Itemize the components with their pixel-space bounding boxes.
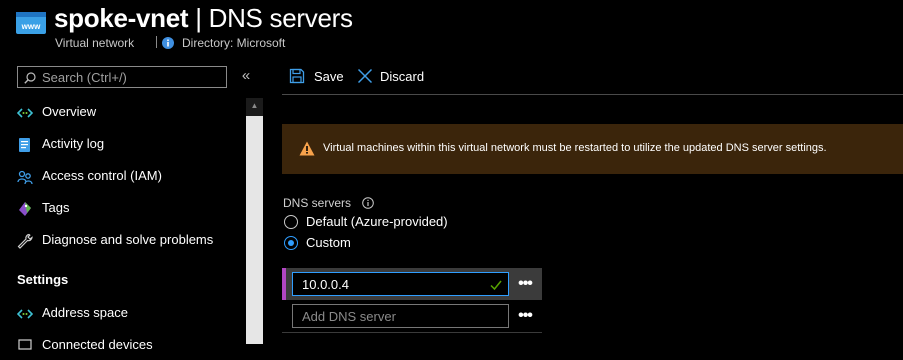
sidebar-item-activity-log[interactable]: Activity log [17, 131, 242, 159]
radio-button[interactable] [284, 215, 298, 229]
sidebar-item-overview[interactable]: Overview [16, 99, 242, 127]
blade-title: DNS servers [208, 3, 353, 33]
sidebar-item-label: Overview [42, 104, 97, 119]
address-space-icon [16, 306, 34, 322]
sidebar-item-connected-devices[interactable]: Connected devices [17, 332, 242, 360]
sidebar-item-address-space[interactable]: Address space [16, 300, 242, 328]
sidebar-item-tags[interactable]: Tags [17, 195, 242, 223]
warning-text: Virtual machines within this virtual net… [323, 142, 827, 154]
sidebar-item-label: Address space [42, 305, 128, 320]
info-icon [162, 36, 174, 49]
resource-type: Virtual network [55, 36, 135, 50]
activity-log-icon [17, 137, 33, 153]
connected-devices-icon [17, 338, 33, 354]
wrench-icon [17, 233, 33, 249]
warning-banner: Virtual machines within this virtual net… [282, 124, 903, 174]
sidebar-scrollbar-thumb[interactable] [246, 116, 263, 344]
close-icon [357, 68, 373, 84]
virtual-network-icon: www [16, 12, 46, 34]
save-button[interactable]: Save [286, 66, 348, 88]
search-icon [24, 71, 36, 84]
overview-icon [16, 105, 34, 121]
radio-button-selected[interactable] [284, 236, 298, 250]
discard-label: Discard [380, 69, 425, 84]
sidebar-item-label: Activity log [42, 136, 105, 151]
save-icon [289, 68, 305, 84]
sidebar-item-label: Diagnose and solve problems [42, 232, 214, 247]
svg-text:www: www [21, 22, 41, 31]
save-label: Save [314, 69, 344, 84]
checkmark-icon [490, 278, 502, 291]
add-dns-server-input[interactable]: Add DNS server [292, 304, 509, 328]
sidebar-item-diagnose[interactable]: Diagnose and solve problems [17, 227, 242, 255]
sidebar-item-access-control[interactable]: Access control (IAM) [17, 163, 242, 191]
row-divider [282, 332, 542, 333]
toolbar-divider [282, 94, 903, 95]
radio-label: Default (Azure-provided) [306, 214, 448, 229]
warning-icon [299, 141, 315, 156]
resource-name: spoke-vnet [54, 3, 189, 33]
add-dns-server-placeholder: Add DNS server [302, 309, 396, 324]
discard-button[interactable]: Discard [355, 66, 427, 88]
people-icon [17, 169, 33, 185]
header-divider [156, 36, 157, 48]
dns-server-value: 10.0.0.4 [302, 277, 349, 292]
dns-server-input[interactable]: 10.0.0.4 [292, 272, 509, 296]
search-input[interactable]: Search (Ctrl+/) [17, 66, 227, 88]
search-placeholder: Search (Ctrl+/) [42, 70, 127, 85]
sidebar-item-label: Access control (IAM) [42, 168, 162, 183]
page-title: spoke-vnet | DNS servers [54, 3, 353, 34]
scroll-up-arrow-icon[interactable]: ▲ [246, 98, 263, 114]
directory-label: Directory: Microsoft [182, 36, 286, 50]
sidebar-item-label: Connected devices [42, 337, 153, 352]
sidebar-item-label: Tags [42, 200, 70, 215]
more-options-icon[interactable]: ••• [514, 274, 536, 294]
more-options-icon[interactable]: ••• [514, 306, 536, 326]
collapse-sidebar-button[interactable]: « [238, 66, 254, 86]
settings-section-heading: Settings [17, 272, 69, 287]
dns-servers-heading: DNS servers [283, 196, 352, 210]
radio-label: Custom [306, 235, 351, 250]
tag-icon [17, 201, 33, 217]
row-selected-marker [282, 268, 286, 300]
title-separator: | [195, 3, 202, 33]
info-icon[interactable] [362, 196, 374, 209]
